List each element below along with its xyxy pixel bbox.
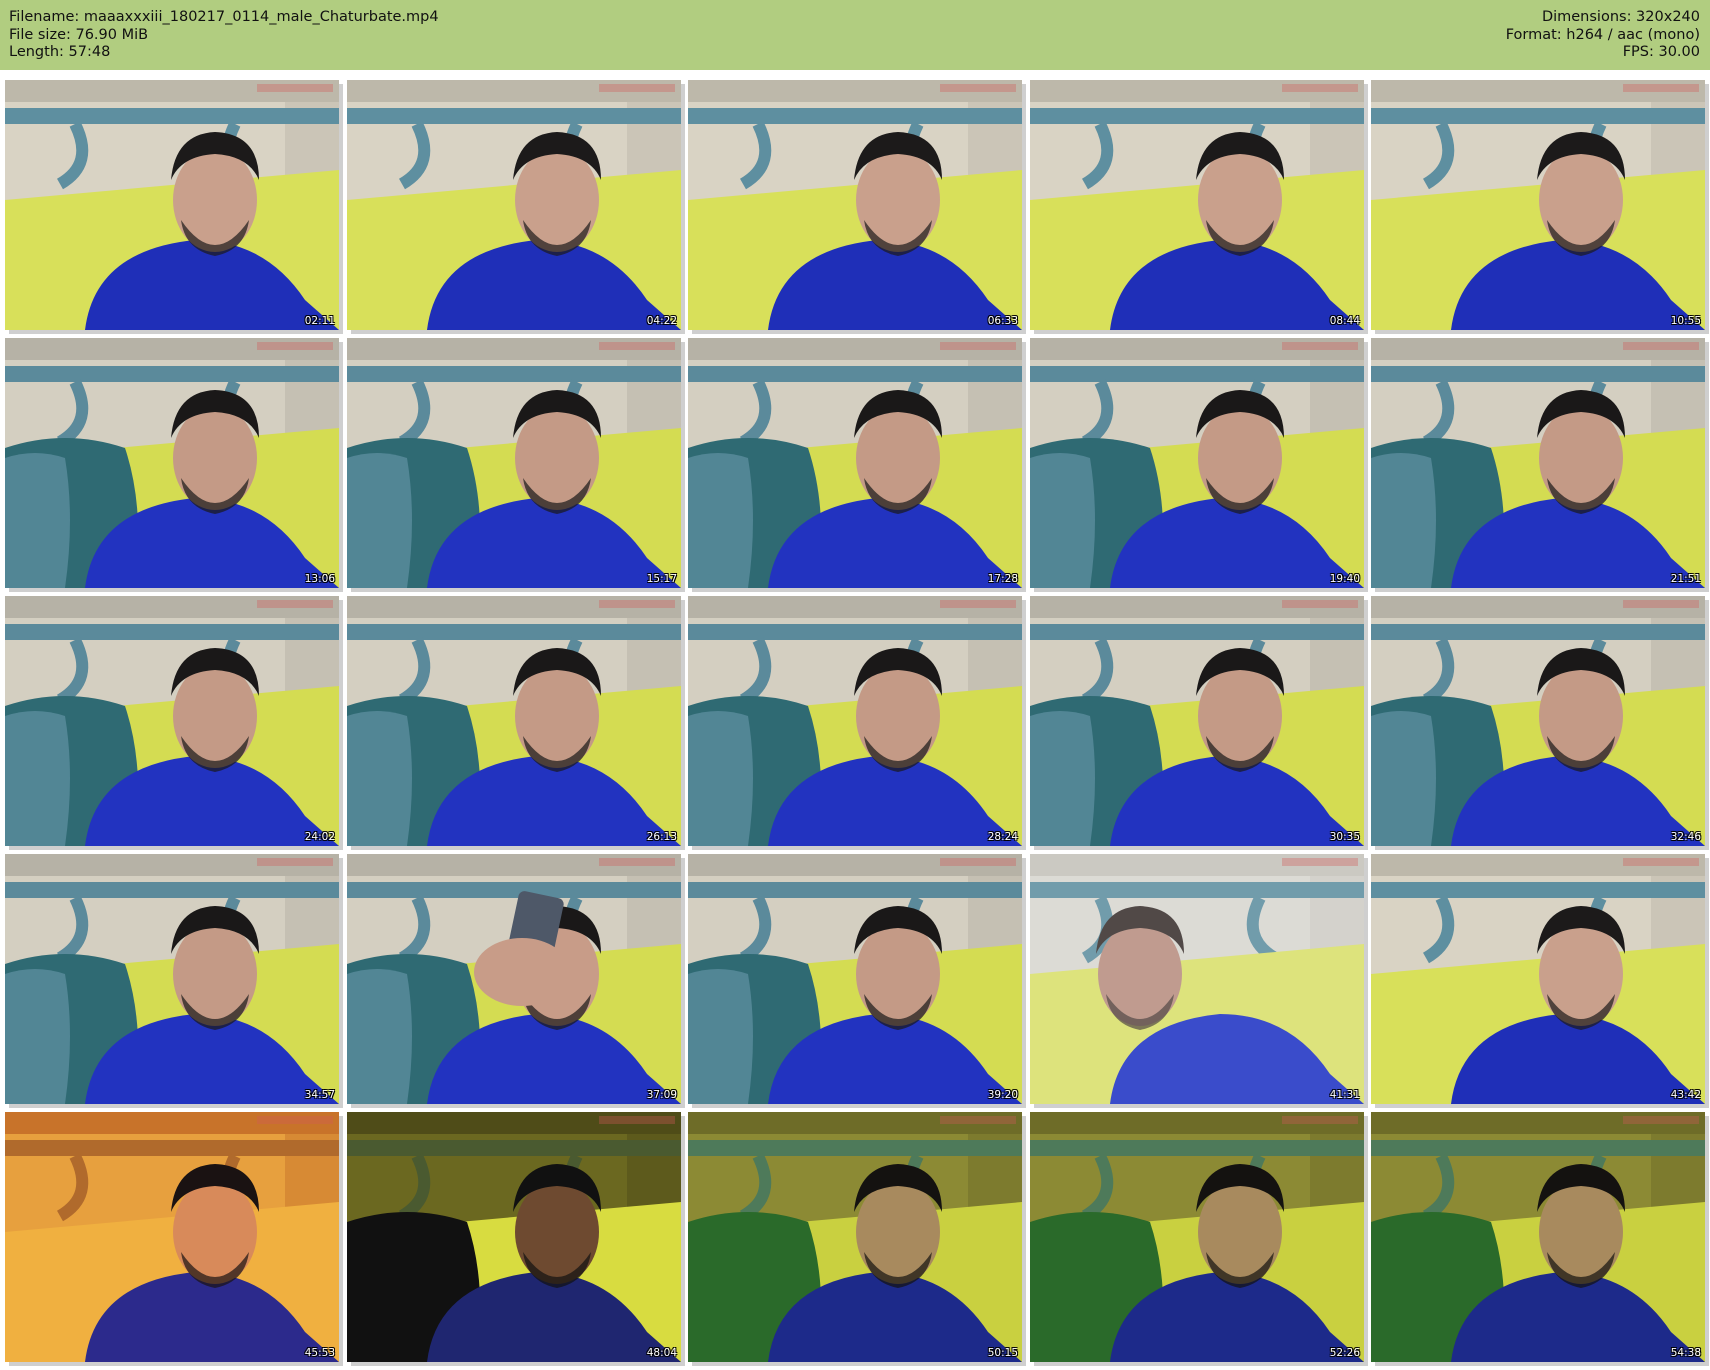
frame-image — [1030, 854, 1364, 1104]
frame-image — [347, 596, 681, 846]
video-thumbnail: 43:42 — [1371, 854, 1705, 1104]
frame-timestamp: 06:33 — [987, 315, 1018, 327]
frame-image — [1371, 1112, 1705, 1362]
video-thumbnail: 50:15 — [688, 1112, 1022, 1362]
video-thumbnail: 34:57 — [5, 854, 339, 1104]
frame-image — [688, 854, 1022, 1104]
frame-timestamp: 34:57 — [304, 1089, 335, 1101]
frame-image — [347, 338, 681, 588]
frame-timestamp: 43:42 — [1670, 1089, 1701, 1101]
video-thumbnail: 15:17 — [347, 338, 681, 588]
video-thumbnail: 32:46 — [1371, 596, 1705, 846]
file-info-left: Filename: maaaxxxiii_180217_0114_male_Ch… — [9, 9, 439, 62]
frame-timestamp: 28:24 — [987, 831, 1018, 843]
frame-timestamp: 37:09 — [646, 1089, 677, 1101]
frame-image — [347, 854, 681, 1104]
frame-image — [1371, 854, 1705, 1104]
frame-timestamp: 19:40 — [1329, 573, 1360, 585]
frame-timestamp: 30:35 — [1329, 831, 1360, 843]
video-thumbnail: 13:06 — [5, 338, 339, 588]
frame-timestamp: 17:28 — [987, 573, 1018, 585]
frame-timestamp: 39:20 — [987, 1089, 1018, 1101]
frame-timestamp: 50:15 — [987, 1347, 1018, 1359]
frame-image — [688, 1112, 1022, 1362]
video-thumbnail: 54:38 — [1371, 1112, 1705, 1362]
format-text: Format: h264 / aac (mono) — [1505, 26, 1700, 43]
video-thumbnail: 26:13 — [347, 596, 681, 846]
video-thumbnail: 08:44 — [1030, 80, 1364, 330]
video-thumbnail: 39:20 — [688, 854, 1022, 1104]
frame-image — [5, 596, 339, 846]
frame-timestamp: 48:04 — [646, 1347, 677, 1359]
filename-text: Filename: maaaxxxiii_180217_0114_male_Ch… — [9, 9, 439, 25]
frame-timestamp: 45:53 — [304, 1347, 335, 1359]
frame-image — [5, 1112, 339, 1362]
frame-timestamp: 04:22 — [646, 315, 677, 327]
video-thumbnail: 17:28 — [688, 338, 1022, 588]
video-thumbnail: 06:33 — [688, 80, 1022, 330]
video-thumbnail: 37:09 — [347, 854, 681, 1104]
frame-timestamp: 24:02 — [304, 831, 335, 843]
frame-timestamp: 02:11 — [304, 315, 335, 327]
frame-timestamp: 52:26 — [1329, 1347, 1360, 1359]
video-thumbnail: 21:51 — [1371, 338, 1705, 588]
video-thumbnail: 30:35 — [1030, 596, 1364, 846]
video-thumbnail: 24:02 — [5, 596, 339, 846]
frame-timestamp: 26:13 — [646, 831, 677, 843]
video-thumbnail: 04:22 — [347, 80, 681, 330]
video-thumbnail: 45:53 — [5, 1112, 339, 1362]
length-text: Length: 57:48 — [9, 44, 111, 60]
frame-image — [5, 338, 339, 588]
fps-text: FPS: 30.00 — [1622, 44, 1700, 60]
frame-image — [1030, 1112, 1364, 1362]
video-thumbnail: 48:04 — [347, 1112, 681, 1362]
video-thumbnail: 02:11 — [5, 80, 339, 330]
frame-image — [347, 1112, 681, 1362]
filesize-text: File size: 76.90 MiB — [9, 26, 149, 43]
frame-timestamp: 21:51 — [1670, 573, 1701, 585]
frame-timestamp: 13:06 — [304, 573, 335, 585]
video-thumbnail: 28:24 — [688, 596, 1022, 846]
video-thumbnail: 52:26 — [1030, 1112, 1364, 1362]
frame-image — [688, 596, 1022, 846]
frame-image — [5, 854, 339, 1104]
frame-image — [1371, 338, 1705, 588]
frame-image — [688, 80, 1022, 330]
frame-timestamp: 41:31 — [1329, 1089, 1360, 1101]
frame-timestamp: 54:38 — [1670, 1347, 1701, 1359]
frame-image — [5, 80, 339, 330]
frame-image — [1030, 338, 1364, 588]
frame-image — [1030, 596, 1364, 846]
frame-timestamp: 08:44 — [1329, 315, 1360, 327]
video-thumbnail: 41:31 — [1030, 854, 1364, 1104]
frame-image — [347, 80, 681, 330]
video-thumbnail: 10:55 — [1371, 80, 1705, 330]
file-info-right: Dimensions: 320x240 Format: h264 / aac (… — [1506, 9, 1700, 62]
video-thumbnail: 19:40 — [1030, 338, 1364, 588]
frame-timestamp: 32:46 — [1670, 831, 1701, 843]
frame-image — [1030, 80, 1364, 330]
frame-image — [688, 338, 1022, 588]
frame-image — [1371, 596, 1705, 846]
frame-timestamp: 15:17 — [646, 573, 677, 585]
contact-sheet-header: Filename: maaaxxxiii_180217_0114_male_Ch… — [0, 0, 1710, 70]
dimensions-text: Dimensions: 320x240 — [1541, 9, 1700, 25]
frame-timestamp: 10:55 — [1670, 315, 1701, 327]
frame-image — [1371, 80, 1705, 330]
